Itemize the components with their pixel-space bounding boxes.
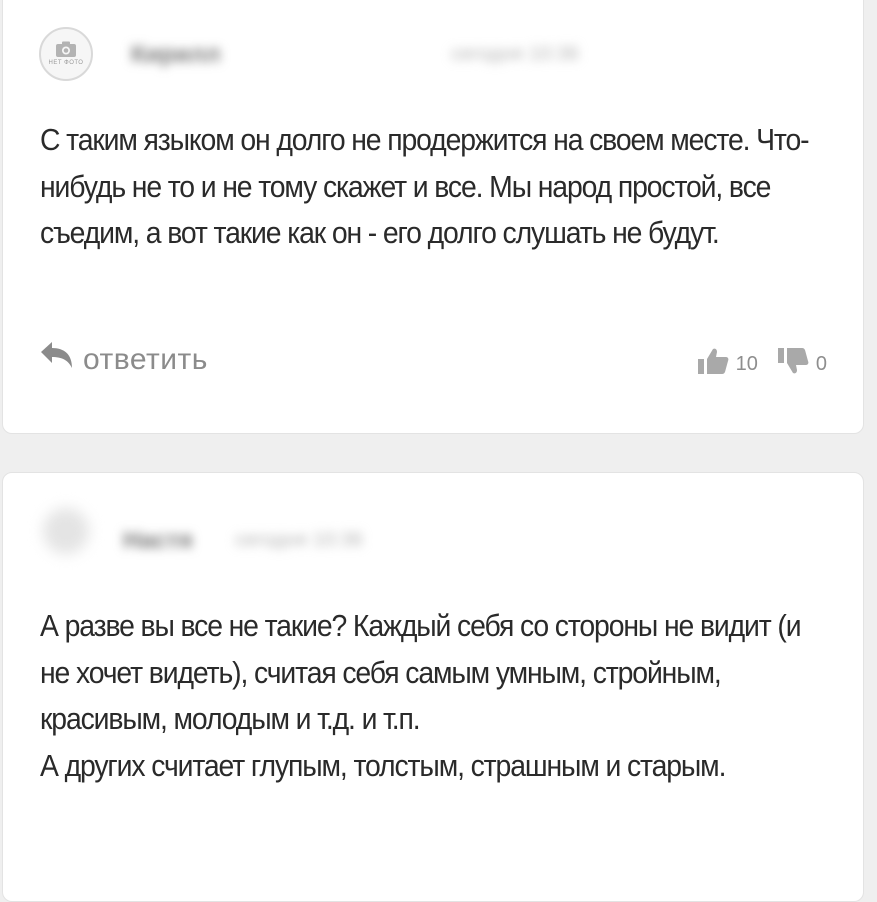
avatar[interactable] — [43, 508, 89, 554]
camera-icon — [55, 41, 77, 58]
comment-paragraph: А других считает глупым, толстым, страшн… — [40, 748, 726, 783]
thumbs-up-icon — [696, 347, 730, 381]
thumbs-down-icon — [776, 347, 810, 381]
avatar[interactable]: НЕТ ФОТО — [39, 27, 93, 81]
reply-label: ответить — [83, 343, 208, 376]
reply-arrow-icon — [39, 341, 83, 379]
no-photo-label: НЕТ ФОТО — [48, 59, 84, 66]
comment-card: Настя сегодня 10:36 А разве вы все не та… — [2, 472, 864, 902]
comment-author[interactable]: Кирилл — [131, 41, 220, 69]
comment-date: сегодня 10:36 — [235, 529, 363, 551]
like-count: 10 — [735, 352, 758, 375]
comment-paragraph: А разве вы все не такие? Каждый себя со … — [40, 609, 802, 736]
like-button[interactable]: 10 — [696, 347, 758, 381]
dislike-button[interactable]: 0 — [776, 347, 827, 381]
vote-controls: 10 0 — [696, 347, 827, 381]
comment-author[interactable]: Настя — [123, 527, 193, 555]
comment-date: сегодня 10:36 — [451, 43, 579, 65]
comment-text: А разве вы все не такие? Каждый себя со … — [40, 603, 812, 789]
comment-card: НЕТ ФОТО Кирилл сегодня 10:36 С таким яз… — [2, 0, 864, 434]
comment-text: С таким языком он долго не продержится н… — [40, 117, 812, 257]
comment-paragraph: С таким языком он долго не продержится н… — [40, 123, 810, 250]
dislike-count: 0 — [815, 352, 827, 375]
reply-button[interactable]: ответить — [39, 341, 208, 379]
